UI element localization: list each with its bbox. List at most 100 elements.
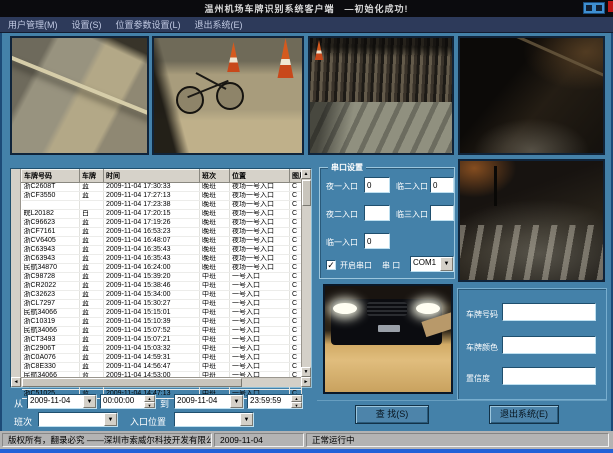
to-date-select[interactable]: 2009-11-04 ▼ xyxy=(174,394,244,409)
chevron-down-icon[interactable]: ▼ xyxy=(104,413,117,426)
night1-entrance-input[interactable] xyxy=(364,177,390,193)
spinner-buttons[interactable]: ▲ ▼ xyxy=(144,395,155,408)
table-row[interactable]: 浙C10319蓝2009-11-04 15:10:39中班一号入口C xyxy=(22,318,302,327)
table-row[interactable]: 浙C98728蓝2009-11-04 15:39:20中班一号入口C xyxy=(22,273,302,282)
result-plate-color-label: 车牌颜色 xyxy=(466,342,498,353)
spinner-buttons[interactable]: ▲ ▼ xyxy=(291,395,302,408)
spin-down-icon[interactable]: ▼ xyxy=(291,402,302,409)
table-row[interactable]: 民航34066蓝2009-11-04 15:15:01中班一号入口C xyxy=(22,309,302,318)
to-date-value: 2009-11-04 xyxy=(177,396,229,405)
serial-settings-group: 串口设置 夜一入口 临二入口 夜二入口 临三入口 临一入口 ✓ 开启串口 串 口… xyxy=(319,167,455,279)
table-cell: 浙C2906T xyxy=(22,345,80,354)
from-date-value: 2009-11-04 xyxy=(30,396,82,405)
table-row[interactable]: 浙C63943蓝2009-11-04 16:35:43晚班夜场一号入口C xyxy=(22,246,302,255)
scroll-down-icon[interactable]: ▼ xyxy=(301,367,311,377)
search-button[interactable]: 查 找(S) xyxy=(355,405,429,424)
grid-horizontal-scrollbar[interactable]: ◄ ► xyxy=(11,377,311,387)
vertical-scroll-thumb[interactable] xyxy=(302,180,311,206)
table-cell: 夜场一号入口 xyxy=(230,192,290,201)
menu-exit-system[interactable]: 退出系统(E) xyxy=(195,18,243,31)
table-cell: 浙CF3550 xyxy=(22,192,80,201)
table-cell: 蓝 xyxy=(80,264,104,273)
chevron-down-icon[interactable]: ▼ xyxy=(83,395,96,408)
menubar: 用户管理(M) 设置(S) 位置参数设置(L) 退出系统(E) xyxy=(0,17,613,33)
table-cell: 浙C63943 xyxy=(22,255,80,264)
table-row[interactable]: 浙C8E330蓝2009-11-04 14:56:47中班一号入口C xyxy=(22,363,302,372)
table-cell: 2009-11-04 17:19:26 xyxy=(104,219,200,228)
table-cell: C xyxy=(290,318,302,327)
temp1-entrance-input[interactable] xyxy=(364,233,390,249)
table-cell: 晚班 xyxy=(200,219,230,228)
minimize-button[interactable] xyxy=(586,5,592,11)
entrance-position-select[interactable]: ▼ xyxy=(174,412,254,427)
to-time-spinner[interactable]: 23:59:59 ▲ ▼ xyxy=(247,394,303,409)
table-cell: C xyxy=(290,219,302,228)
result-plate-color-input[interactable] xyxy=(502,336,596,354)
table-row[interactable]: 浙C96623蓝2009-11-04 17:19:26晚班夜场一号入口C xyxy=(22,219,302,228)
scroll-right-icon[interactable]: ► xyxy=(301,377,311,387)
close-button[interactable] xyxy=(596,5,602,11)
table-row[interactable]: 浙CL7297蓝2009-11-04 15:30:27中班一号入口C xyxy=(22,300,302,309)
result-panel: 车牌号码 车牌颜色 置信度 xyxy=(457,288,607,400)
table-cell: 夜场一号入口 xyxy=(230,255,290,264)
table-cell: 蓝 xyxy=(80,327,104,336)
com-port-select[interactable]: COM1 ▼ xyxy=(410,256,454,272)
table-row[interactable]: 皖L20182白2009-11-04 17:20:15晚班夜场一号入口C xyxy=(22,210,302,219)
table-row[interactable]: 浙CR2022蓝2009-11-04 15:38:46中班一号入口C xyxy=(22,282,302,291)
headlight-shape xyxy=(416,303,440,314)
scroll-left-icon[interactable]: ◄ xyxy=(11,377,21,387)
open-serial-checkbox[interactable]: ✓ xyxy=(326,260,336,270)
scroll-up-icon[interactable]: ▲ xyxy=(301,169,311,179)
table-cell: 中班 xyxy=(200,336,230,345)
chevron-down-icon[interactable]: ▼ xyxy=(440,257,453,271)
table-cell: 蓝 xyxy=(80,228,104,237)
table-row[interactable]: 浙C63943蓝2009-11-04 16:35:43晚班夜场一号入口C xyxy=(22,255,302,264)
table-row[interactable]: 浙C2906T蓝2009-11-04 15:03:32中班一号入口C xyxy=(22,345,302,354)
table-row[interactable]: 浙CF7161蓝2009-11-04 16:53:23晚班夜场一号入口C xyxy=(22,228,302,237)
table-cell: 一号入口 xyxy=(230,336,290,345)
temp2-entrance-input[interactable] xyxy=(430,177,454,193)
table-row[interactable]: 浙CT3493蓝2009-11-04 15:07:21中班一号入口C xyxy=(22,336,302,345)
table-cell: C xyxy=(290,327,302,336)
table-cell: 2009-11-04 15:30:27 xyxy=(104,300,200,309)
table-cell: 浙C96623 xyxy=(22,219,80,228)
table-cell: C xyxy=(290,309,302,318)
night2-entrance-input[interactable] xyxy=(364,205,390,221)
camera-feed-5 xyxy=(458,159,605,282)
table-cell: 中班 xyxy=(200,363,230,372)
exit-system-button[interactable]: 退出系统(E) xyxy=(489,405,559,424)
table-row[interactable]: 浙C32623蓝2009-11-04 15:34:00中班一号入口C xyxy=(22,291,302,300)
from-label: 从 xyxy=(14,397,23,410)
table-row[interactable]: 2009-11-04 17:23:38晚班夜场一号入口C xyxy=(22,201,302,210)
temp3-entrance-input[interactable] xyxy=(430,205,454,221)
grid-vertical-scrollbar[interactable]: ▲ ▼ xyxy=(301,169,311,377)
menu-position-params[interactable]: 位置参数设置(L) xyxy=(116,18,181,31)
table-row[interactable]: 浙CF3550蓝2009-11-04 17:27:13晚班夜场一号入口C xyxy=(22,192,302,201)
result-confidence-input[interactable] xyxy=(502,367,596,385)
menu-user-management[interactable]: 用户管理(M) xyxy=(8,18,58,31)
traffic-cone-icon xyxy=(226,42,241,72)
from-date-select[interactable]: 2009-11-04 ▼ xyxy=(27,394,97,409)
table-cell: 一号入口 xyxy=(230,273,290,282)
menu-settings[interactable]: 设置(S) xyxy=(72,18,102,31)
table-cell: 浙CR2022 xyxy=(22,282,80,291)
spin-down-icon[interactable]: ▼ xyxy=(144,402,155,409)
table-row[interactable]: 浙C2608T蓝2009-11-04 17:30:33晚班夜场一号入口C xyxy=(22,183,302,192)
table-row[interactable]: 民航34870蓝2009-11-04 16:24:00晚班夜场一号入口C xyxy=(22,264,302,273)
table-cell: 中班 xyxy=(200,273,230,282)
chevron-down-icon[interactable]: ▼ xyxy=(240,413,253,426)
table-row[interactable]: 浙CV6405蓝2009-11-04 16:48:07晚班夜场一号入口C xyxy=(22,237,302,246)
app-window: 温州机场车牌识别系统客户端 —初始化成功! 用户管理(M) 设置(S) 位置参数… xyxy=(0,0,613,453)
to-time-value: 23:59:59 xyxy=(250,396,290,405)
table-row[interactable]: 浙C0A076蓝2009-11-04 14:59:31中班一号入口C xyxy=(22,354,302,363)
shift-select[interactable]: ▼ xyxy=(38,412,118,427)
chevron-down-icon[interactable]: ▼ xyxy=(230,395,243,408)
bike-rack-silhouettes xyxy=(310,38,452,102)
from-time-spinner[interactable]: 00:00:00 ▲ ▼ xyxy=(100,394,156,409)
table-row[interactable]: 民航34066蓝2009-11-04 15:07:52中班一号入口C xyxy=(22,327,302,336)
open-serial-label: 开启串口 xyxy=(340,260,372,271)
table-cell: 晚班 xyxy=(200,210,230,219)
table-cell: C xyxy=(290,201,302,210)
result-plate-number-input[interactable] xyxy=(502,303,596,321)
horizontal-scroll-thumb[interactable] xyxy=(22,378,242,387)
